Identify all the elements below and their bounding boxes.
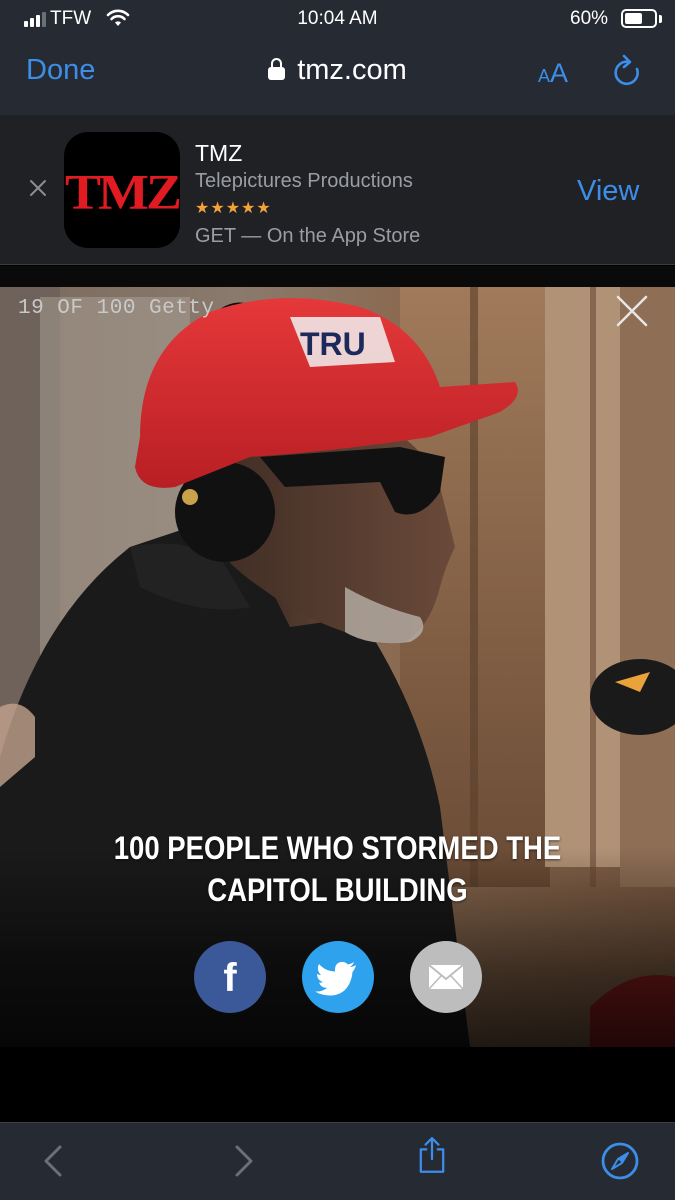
- app-store-cta: GET — On the App Store: [195, 225, 421, 247]
- close-icon[interactable]: [614, 293, 650, 329]
- back-icon[interactable]: [36, 1141, 76, 1181]
- slide-counter: 19 OF 100 Getty: [18, 297, 215, 320]
- twitter-share-button[interactable]: [302, 941, 374, 1013]
- text-size-large-glyph: A: [550, 58, 569, 88]
- text-size-small-glyph: A: [538, 66, 551, 86]
- app-publisher: Telepictures Productions: [195, 170, 413, 192]
- safari-nav-bar: Done tmz.com AA: [0, 40, 675, 110]
- share-icon[interactable]: [412, 1135, 452, 1175]
- reload-icon[interactable]: [610, 54, 644, 90]
- url-text: tmz.com: [297, 54, 407, 86]
- email-share-button[interactable]: [410, 941, 482, 1013]
- tmz-app-icon[interactable]: TMZ: [64, 132, 182, 248]
- forward-icon[interactable]: [225, 1141, 265, 1181]
- view-app-button[interactable]: View: [577, 175, 639, 208]
- cap-text: TRU: [300, 326, 366, 362]
- twitter-bird-icon: [315, 961, 356, 996]
- page-divider: [0, 266, 675, 287]
- text-size-button[interactable]: AA: [538, 58, 568, 89]
- address-bar[interactable]: tmz.com: [0, 54, 675, 87]
- app-name: TMZ: [195, 140, 243, 166]
- safari-toolbar: [0, 1122, 675, 1200]
- rating-stars: ★★★★★: [195, 200, 272, 217]
- battery-terminal: [659, 15, 662, 23]
- gallery-headline: 100 PEOPLE WHO STORMED THE CAPITOL BUILD…: [113, 830, 562, 908]
- banner-close-icon[interactable]: [28, 178, 48, 198]
- facebook-glyph: f: [223, 956, 237, 1000]
- facebook-icon: f: [223, 956, 237, 1000]
- compass-icon[interactable]: [600, 1141, 640, 1181]
- envelope-icon: [428, 964, 464, 990]
- photo-gallery: TRU 19 OF 100 Getty 100 PEOPLE WHO STORM…: [0, 287, 675, 1123]
- status-bar: TFW 10:04 AM 60%: [0, 0, 675, 38]
- facebook-share-button[interactable]: f: [194, 941, 266, 1013]
- lock-icon: [268, 58, 286, 80]
- battery-percentage: 60%: [570, 8, 609, 29]
- browser-top-chrome: TFW 10:04 AM 60% Done tmz.com AA: [0, 0, 675, 115]
- tmz-logo-text: TMZ: [64, 164, 182, 220]
- battery-icon: [621, 9, 657, 28]
